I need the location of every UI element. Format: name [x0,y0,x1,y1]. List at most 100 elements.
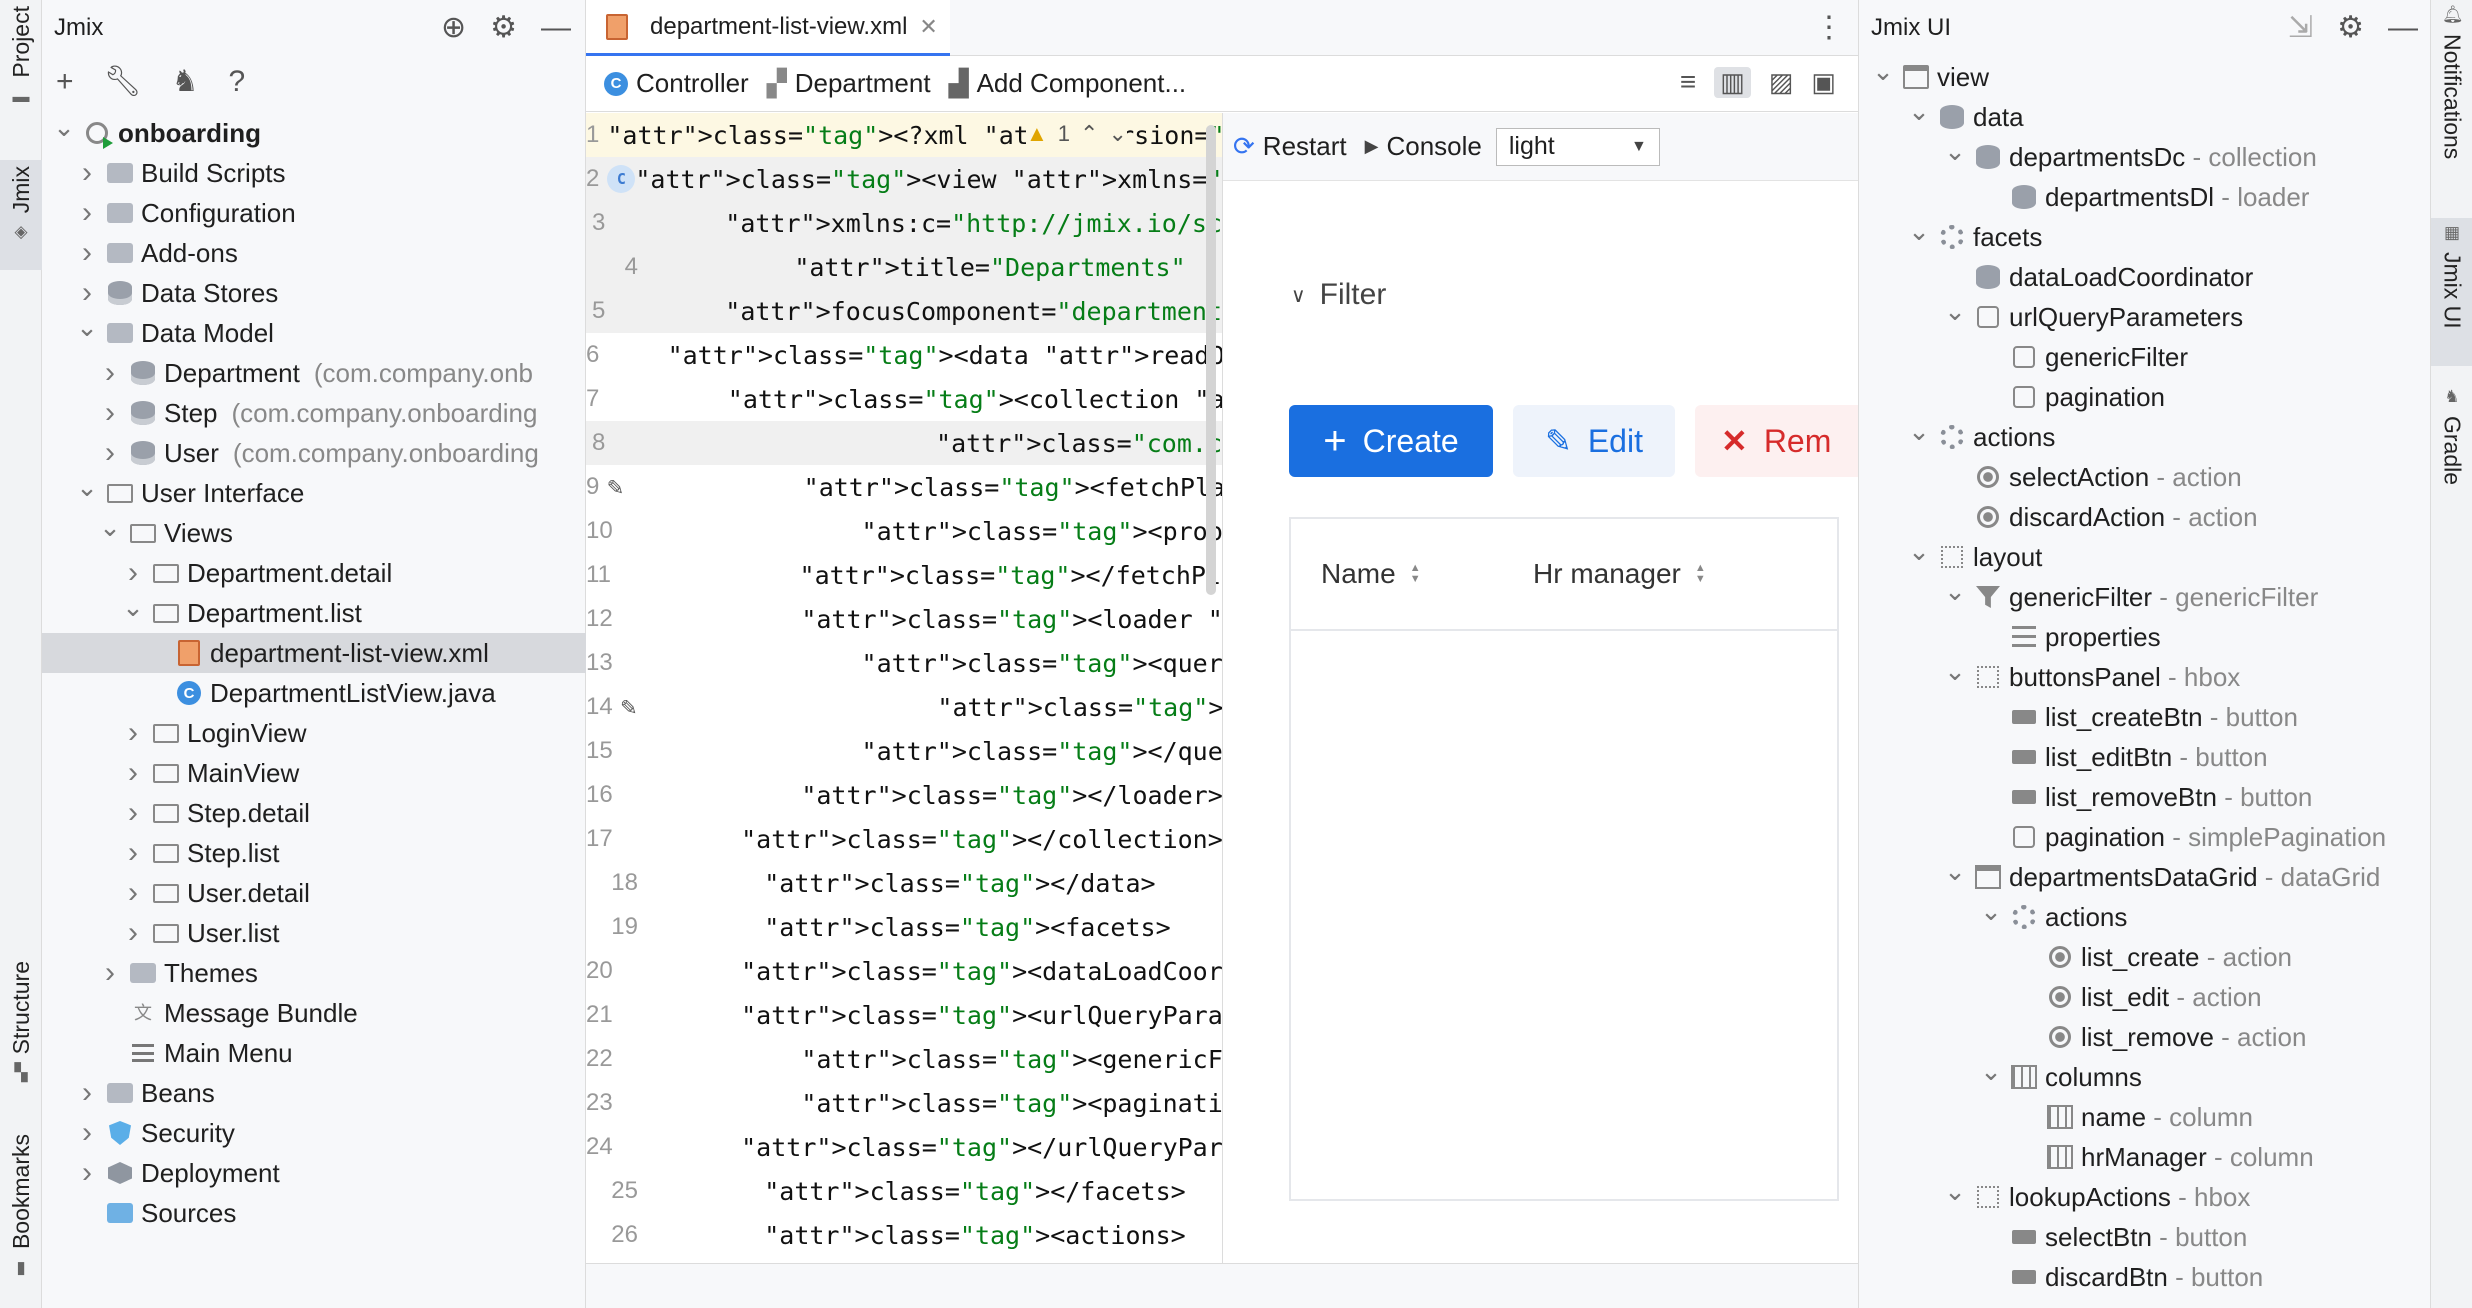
code-line[interactable]: 2 C "attr">class="tag"><view "attr">xmlns=… [586,157,1222,201]
project-tree-item[interactable]: 文 Message Bundle [42,993,586,1033]
editor-tab[interactable]: department-list-view.xml ✕ [586,0,950,56]
project-tree-item[interactable]: › Department.detail [42,553,586,593]
component-tree-item[interactable]: ⌄ departmentsDc - collection [1859,137,2431,177]
project-tree-item[interactable]: › Configuration [42,193,586,233]
filter-toggle[interactable]: ∨ Filter [1291,278,1386,312]
chevron-down-icon[interactable]: ⌄ [1943,857,1967,887]
component-tree-item[interactable]: ⌄ actions [1859,417,2431,457]
chevron-down-icon[interactable]: ⌄ [1907,217,1931,247]
project-tree-item[interactable]: › Data Stores [42,273,586,313]
project-tree-item[interactable]: › Step.list [42,833,586,873]
component-tree-item[interactable]: list_edit - action [1859,977,2431,1017]
code-line[interactable]: 6 "attr">class="tag"><data "attr">readOn… [586,333,1222,377]
component-tree-item[interactable]: selectAction - action [1859,457,2431,497]
component-tree-item[interactable]: pagination - simplePagination [1859,817,2431,857]
add-icon[interactable]: + [56,65,74,99]
console-button[interactable]: ▶ Console [1365,131,1482,162]
code-line[interactable]: 11 "attr">class="tag"></fetchPlan> [586,553,1222,597]
project-tree-item[interactable]: ⌄ Data Model [42,313,586,353]
component-tree-item[interactable]: name - column [1859,1097,2431,1137]
chevron-down-icon[interactable]: ⌄ [1907,417,1931,447]
code-line[interactable]: 10 "attr">class="tag"><property "attr">n… [586,509,1222,553]
code-line[interactable]: 4 "attr">title="Departments" [586,245,1222,289]
chevron-right-icon[interactable]: › [98,396,122,430]
code-line[interactable]: 18 "attr">class="tag"></data> [586,861,1222,905]
component-tree-item[interactable]: dataLoadCoordinator [1859,257,2431,297]
chevron-down-icon[interactable]: ⌄ [75,473,99,503]
code-line[interactable]: 19 "attr">class="tag"><facets> [586,905,1222,949]
component-tree-item[interactable]: ⌄ urlQueryParameters [1859,297,2431,337]
code-line[interactable]: 17 "attr">class="tag"></collection> [586,817,1222,861]
component-tree-item[interactable]: genericFilter [1859,337,2431,377]
chevron-down-icon[interactable]: ⌄ [52,113,76,143]
pencil-icon[interactable]: ✎ [607,472,623,502]
column-header-name[interactable]: Name ▲ ▼ [1321,558,1533,590]
component-tree-item[interactable]: selectBtn - button [1859,1217,2431,1257]
notifications-tool-tab[interactable]: 🔔︎ Notifications [2431,0,2472,200]
code-only-icon[interactable]: ≡ [1680,66,1696,98]
chevron-right-icon[interactable]: › [98,356,122,390]
chevron-down-icon[interactable]: ⌄ [1943,1177,1967,1207]
component-tree-item[interactable]: ⌄ genericFilter - genericFilter [1859,577,2431,617]
project-tree-item[interactable]: › Beans [42,1073,586,1113]
component-tree-item[interactable]: properties [1859,617,2431,657]
chevron-right-icon[interactable]: › [98,956,122,990]
crosshair-icon[interactable]: ⊕ [441,10,466,45]
project-tree-item[interactable]: › User.list [42,913,586,953]
project-tree-item[interactable]: › Themes [42,953,586,993]
component-tree-item[interactable]: list_removeBtn - button [1859,777,2431,817]
component-tree-item[interactable]: ⌄ lookupActions - hbox [1859,1177,2431,1217]
project-tree-item[interactable]: ⌄ User Interface [42,473,586,513]
gear-icon[interactable]: ⚙ [490,10,517,45]
component-tree-item[interactable]: ⌄ actions [1859,897,2431,937]
code-line[interactable]: 8 "attr">class="com.c [586,421,1222,465]
chevron-down-icon[interactable]: ⌄ [1943,137,1967,167]
code-line[interactable]: 22 "attr">class="tag"><genericFilter com… [586,1037,1222,1081]
project-tree-item[interactable]: › Deployment [42,1153,586,1193]
close-tab-icon[interactable]: ✕ [919,14,937,40]
chevron-right-icon[interactable]: › [98,436,122,470]
project-tree-item[interactable]: department-list-view.xml [42,633,586,673]
project-tree-item[interactable]: ⌄ onboarding [42,113,586,153]
component-tree-item[interactable]: pagination [1859,377,2431,417]
chevron-down-icon[interactable]: ⌄ [1943,577,1967,607]
component-tree-item[interactable]: ⌄ data [1859,97,2431,137]
project-tree-item[interactable]: Main Menu [42,1033,586,1073]
component-tree-item[interactable]: list_create - action [1859,937,2431,977]
component-tree-item[interactable]: ⌄ facets [1859,217,2431,257]
restart-button[interactable]: ⟳ Restart [1233,131,1347,162]
chevron-right-icon[interactable]: › [75,1156,99,1190]
code-line[interactable]: 23 "attr">class="tag"><pagination compon… [586,1081,1222,1125]
chevron-down-icon[interactable]: ⌄ [121,593,145,623]
collapse-icon[interactable]: ⇲ [2288,10,2313,45]
help-icon[interactable]: ? [229,65,246,99]
code-line[interactable]: 21 "attr">class="tag"><urlQueryParameter… [586,993,1222,1037]
project-tree-item[interactable]: › Department (com.company.onb [42,353,586,393]
departments-data-grid[interactable]: Name ▲ ▼ Hr manager ▲ ▼ [1289,517,1839,1201]
project-tree-item[interactable]: C DepartmentListView.java [42,673,586,713]
component-tree-item[interactable]: hrManager - column [1859,1137,2431,1177]
structure-tool-tab[interactable]: Structure ▚ [0,955,42,1100]
component-tree-item[interactable]: discardAction - action [1859,497,2431,537]
code-line[interactable]: 20 "attr">class="tag"><dataLoadCoordinat… [586,949,1222,993]
code-line[interactable]: 5 "attr">focusComponent="department [586,289,1222,333]
class-gutter-icon[interactable]: C [607,165,636,193]
chevron-right-icon[interactable]: › [121,796,145,830]
project-tree-item[interactable]: ⌄ Views [42,513,586,553]
chevron-down-icon[interactable]: ⌄ [1871,57,1895,87]
theme-select[interactable]: light ▼ [1495,127,1660,166]
code-line[interactable]: 14 ✎ "attr">class="tag"><![CDATA[se [586,685,1222,729]
project-tree-item[interactable]: › Step.detail [42,793,586,833]
project-tree-item[interactable]: › LoginView [42,713,586,753]
component-tree-item[interactable]: list_remove - action [1859,1017,2431,1057]
project-tree-item[interactable]: › Step (com.company.onboarding [42,393,586,433]
add-component-button[interactable]: ▟ Add Component... [949,68,1187,99]
gradle-icon[interactable]: ♞ [172,64,199,99]
code-line[interactable]: 26 "attr">class="tag"><actions> [586,1213,1222,1257]
component-tree-item[interactable]: ⌄ layout [1859,537,2431,577]
chevron-right-icon[interactable]: › [75,276,99,310]
minimize-icon[interactable]: — [2388,11,2418,45]
editor-scrollbar[interactable] [1206,125,1216,595]
chevron-down-icon[interactable]: ⌄ [1108,121,1126,147]
chevron-right-icon[interactable]: › [75,1116,99,1150]
